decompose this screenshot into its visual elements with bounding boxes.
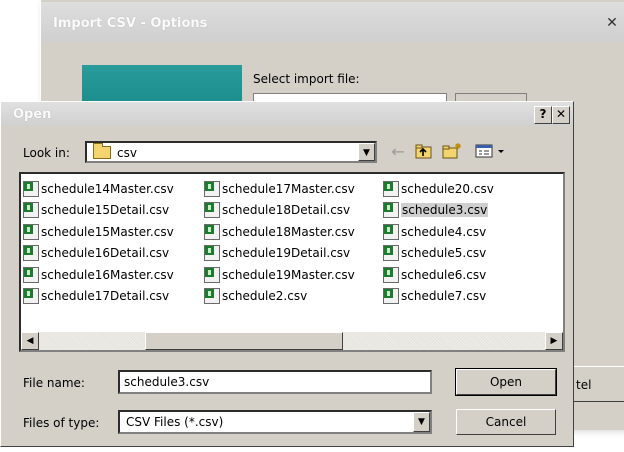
files-of-type-label: Files of type: [23,416,100,430]
open-button[interactable]: Open [455,368,557,396]
csv-file-icon [383,288,399,305]
files-of-type-combo[interactable]: CSV Files (*.csv) ▼ [118,410,432,434]
csv-file-icon [204,202,220,219]
csv-file-icon [204,223,220,240]
import-window-title: Import CSV - Options [53,16,208,31]
list-item[interactable]: schedule2.csv [204,286,355,308]
look-in-combo[interactable]: csv ▼ [85,141,377,163]
list-item[interactable]: schedule4.csv [383,221,494,243]
close-button[interactable]: ✕ [552,106,570,124]
file-name-value: schedule3.csv [124,375,210,389]
list-item[interactable]: schedule20.csv [383,178,494,200]
list-item[interactable]: schedule19Detail.csv [204,243,355,265]
open-dialog-titlebar: Open ? ✕ [1,102,573,126]
horizontal-scrollbar[interactable]: ◀ ▶ [21,332,563,350]
list-item[interactable]: schedule15Detail.csv [23,200,174,222]
csv-file-icon [383,245,399,262]
select-import-file-label: Select import file: [253,72,360,86]
csv-file-icon [383,202,399,219]
open-dialog-title: Open [13,107,52,122]
list-item[interactable]: schedule15Master.csv [23,221,174,243]
csv-file-icon [23,245,39,262]
csv-file-icon [204,266,220,283]
list-item[interactable]: schedule5.csv [383,243,494,265]
import-cancel-button[interactable]: tel [569,366,624,402]
chevron-down-icon[interactable]: ▼ [413,412,430,432]
list-item[interactable]: schedule18Detail.csv [204,200,355,222]
open-dialog: Open ? ✕ Look in: csv ▼ ← schedule14Mast… [0,101,574,447]
file-list[interactable]: schedule14Master.csv schedule15Detail.cs… [19,172,565,352]
scroll-thumb[interactable] [145,332,343,350]
list-item[interactable]: schedule6.csv [383,264,494,286]
list-item-selected[interactable]: schedule3.csv [383,200,494,222]
csv-file-icon [383,266,399,283]
new-folder-icon[interactable] [441,142,463,162]
back-icon[interactable]: ← [387,142,409,162]
list-item[interactable]: schedule18Master.csv [204,221,355,243]
list-item[interactable]: schedule14Master.csv [23,178,174,200]
csv-file-icon [383,180,399,197]
csv-file-icon [23,202,39,219]
folder-icon [93,143,111,159]
scroll-right-icon[interactable]: ▶ [545,332,563,350]
files-of-type-value: CSV Files (*.csv) [126,415,224,429]
list-item[interactable]: schedule7.csv [383,286,494,308]
list-item[interactable]: schedule16Detail.csv [23,243,174,265]
file-column-2: schedule17Master.csv schedule18Detail.cs… [204,178,355,307]
help-button[interactable]: ? [534,106,552,124]
file-name-input[interactable]: schedule3.csv [118,370,432,394]
csv-file-icon [204,245,220,262]
csv-file-icon [204,288,220,305]
csv-file-icon [23,180,39,197]
look-in-value: csv [117,146,137,160]
csv-file-icon [383,223,399,240]
look-in-label: Look in: [23,146,70,160]
csv-file-icon [23,223,39,240]
view-menu-icon[interactable] [471,142,511,162]
list-item[interactable]: schedule16Master.csv [23,264,174,286]
import-window-close-button[interactable]: ✕ [603,14,621,32]
csv-file-icon [23,266,39,283]
file-column-1: schedule14Master.csv schedule15Detail.cs… [23,178,174,307]
list-item[interactable]: schedule19Master.csv [204,264,355,286]
scroll-left-icon[interactable]: ◀ [21,332,39,350]
file-column-3: schedule20.csv schedule3.csv schedule4.c… [383,178,494,307]
list-item[interactable]: schedule17Detail.csv [23,286,174,308]
chevron-down-icon[interactable]: ▼ [358,143,375,161]
cancel-button[interactable]: Cancel [456,409,556,435]
file-name-label: File name: [23,376,85,390]
csv-file-icon [204,180,220,197]
csv-file-icon [23,288,39,305]
list-item[interactable]: schedule17Master.csv [204,178,355,200]
import-window-titlebar: Import CSV - Options ✕ [41,2,624,42]
up-folder-icon[interactable] [413,142,435,162]
